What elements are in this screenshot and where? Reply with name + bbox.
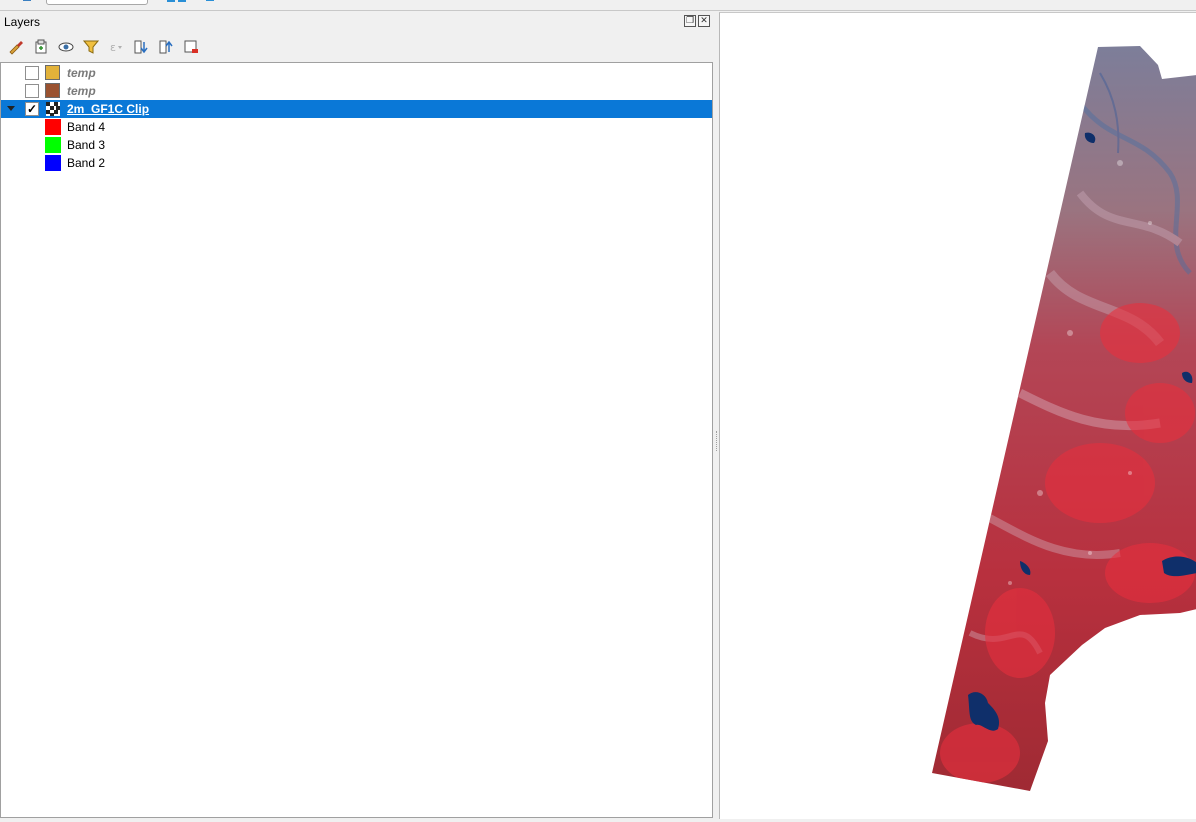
close-panel-icon[interactable]: ✕ — [698, 15, 710, 27]
band-color-swatch — [45, 155, 61, 171]
layer-row-temp[interactable]: temp — [1, 64, 712, 82]
layer-label: temp — [67, 66, 96, 80]
legend-item-band-4: Band 4 — [1, 118, 712, 136]
eye-icon — [58, 42, 74, 52]
toolbar-combobox[interactable] — [46, 0, 148, 5]
layer-tree[interactable]: temp temp ✓ 2m_GF1C Clip Band 4 Band 3 B… — [0, 62, 713, 818]
map-canvas[interactable] — [719, 12, 1196, 819]
panel-title: Layers — [4, 15, 41, 29]
filter-icon — [83, 40, 99, 54]
filter-by-expression-button[interactable]: ε — [106, 37, 126, 57]
expression-filter-icon: ε — [110, 41, 122, 54]
navigate-back-icon[interactable] — [22, 0, 32, 4]
manage-map-themes-button[interactable] — [56, 37, 76, 57]
raster-layer-icon — [46, 102, 60, 116]
open-layer-styling-button[interactable] — [6, 37, 26, 57]
collapse-arrow-icon[interactable] — [7, 106, 15, 111]
toolbar-tool-icon[interactable] — [166, 0, 192, 4]
main-toolbar-strip — [0, 0, 1196, 11]
band-label: Band 3 — [67, 138, 106, 152]
add-group-icon — [35, 39, 47, 54]
remove-layer-button[interactable] — [181, 37, 201, 57]
layer-label: temp — [67, 84, 96, 98]
legend-item-band-3: Band 3 — [1, 136, 712, 154]
float-panel-icon[interactable]: ❐ — [684, 15, 696, 27]
band-label: Band 4 — [67, 120, 106, 134]
open-layer-styling-icon — [9, 41, 23, 55]
band-label: Band 2 — [67, 156, 106, 170]
layer-row-temp[interactable]: temp — [1, 82, 712, 100]
collapse-all-button[interactable] — [156, 37, 176, 57]
add-group-button[interactable] — [31, 37, 51, 57]
panel-controls: ❐ ✕ — [684, 15, 710, 27]
band-color-swatch — [45, 137, 61, 153]
band-color-swatch — [45, 119, 61, 135]
remove-layer-icon — [184, 40, 198, 53]
layers-panel: Layers ❐ ✕ ε temp temp ✓ 2m_GF1C Clip Ba… — [0, 11, 714, 818]
collapse-all-icon — [159, 40, 173, 54]
layer-visibility-checkbox[interactable]: ✓ — [25, 102, 39, 116]
expand-all-icon — [134, 40, 148, 54]
legend-item-band-2: Band 2 — [1, 154, 712, 172]
polygon-symbol-icon — [45, 65, 60, 80]
raster-image — [932, 46, 1196, 791]
toolbar-tool-icon[interactable] — [204, 0, 218, 4]
filter-legend-button[interactable] — [81, 37, 101, 57]
polygon-symbol-icon — [45, 83, 60, 98]
layer-visibility-checkbox[interactable] — [25, 66, 39, 80]
expand-all-button[interactable] — [131, 37, 151, 57]
splitter-grip[interactable] — [716, 431, 718, 451]
layer-visibility-checkbox[interactable] — [25, 84, 39, 98]
layers-toolbar: ε — [6, 37, 201, 57]
svg-text:ε: ε — [110, 41, 116, 54]
layer-row-2m-gf1c-clip[interactable]: ✓ 2m_GF1C Clip — [1, 100, 712, 118]
layer-label: 2m_GF1C Clip — [67, 102, 150, 116]
